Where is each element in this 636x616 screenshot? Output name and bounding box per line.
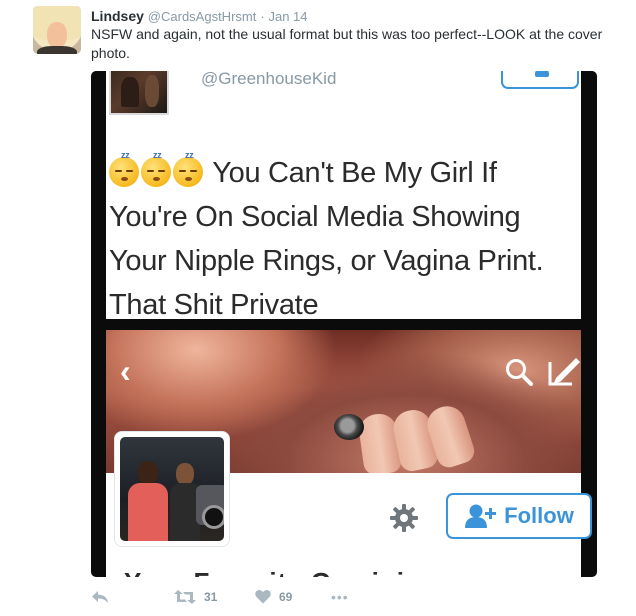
profile-photo-image (120, 437, 224, 541)
emoji-zz: zz (121, 150, 130, 160)
quoted-text-block: zz zz zz You Can't Be My Girl If You're On… (109, 151, 579, 327)
profile-photo (114, 431, 230, 547)
avatar-shoulder (37, 46, 77, 54)
tweet-date[interactable]: Jan 14 (268, 9, 307, 24)
user-handle[interactable]: @CardsAgstHrsmt (148, 9, 257, 24)
avatar-face (47, 22, 67, 48)
photo-car (196, 485, 224, 529)
tweet-header: Lindsey @CardsAgstHrsmt · Jan 14 (91, 7, 308, 26)
emoji-mouth (121, 177, 128, 181)
gear-icon (390, 504, 418, 532)
search-icon (506, 359, 533, 386)
follow-button: Follow (446, 493, 592, 539)
retweet-button[interactable]: 31 (174, 589, 217, 605)
retweet-icon (174, 590, 196, 604)
quoted-follow-button (501, 71, 579, 89)
header-separator: · (260, 9, 265, 24)
quoted-avatar (109, 71, 169, 115)
emoji-zz: zz (185, 150, 194, 160)
tweet-text: NSFW and again, not the usual format but… (91, 26, 603, 61)
quoted-text: You Can't Be My Girl If You're On Social… (109, 157, 544, 321)
more-icon: ••• (331, 589, 349, 605)
cover-ring (334, 414, 364, 440)
edit-icon (548, 358, 580, 386)
more-button[interactable]: ••• (331, 589, 349, 605)
like-count: 69 (279, 589, 293, 604)
profile-card: Follow Your Favorite Gemini (106, 431, 592, 577)
retweet-count: 31 (204, 590, 218, 604)
reply-icon (92, 591, 108, 603)
like-button[interactable]: 69 (255, 589, 292, 604)
add-user-icon (465, 504, 497, 528)
profile-name: Your Favorite Gemini (124, 567, 405, 577)
tweet-media[interactable]: @GreenhouseKid zz zz zz You Can't Be My Gi… (91, 71, 597, 577)
follow-label: Follow (504, 503, 574, 528)
user-name[interactable]: Lindsey (91, 8, 144, 24)
quoted-handle: @GreenhouseKid (201, 71, 337, 88)
photo-person-1 (128, 461, 168, 541)
emoji-zz: zz (153, 150, 162, 160)
avatar[interactable] (33, 6, 81, 54)
sleepy-emoji-icon: zz (173, 151, 203, 187)
back-icon: ‹ (120, 353, 131, 389)
heart-icon (255, 589, 271, 604)
sleepy-emoji-icon: zz (109, 151, 139, 187)
sleepy-emoji-icon: zz (141, 151, 171, 187)
reply-button[interactable] (91, 589, 109, 605)
emoji-mouth (185, 177, 192, 181)
quoted-tweet-card: @GreenhouseKid zz zz zz You Can't Be My Gi… (106, 71, 581, 321)
tweet: Lindsey @CardsAgstHrsmt · Jan 14 NSFW an… (0, 0, 636, 616)
media-screenshot: @GreenhouseKid zz zz zz You Can't Be My Gi… (91, 71, 597, 577)
emoji-mouth (153, 177, 160, 181)
